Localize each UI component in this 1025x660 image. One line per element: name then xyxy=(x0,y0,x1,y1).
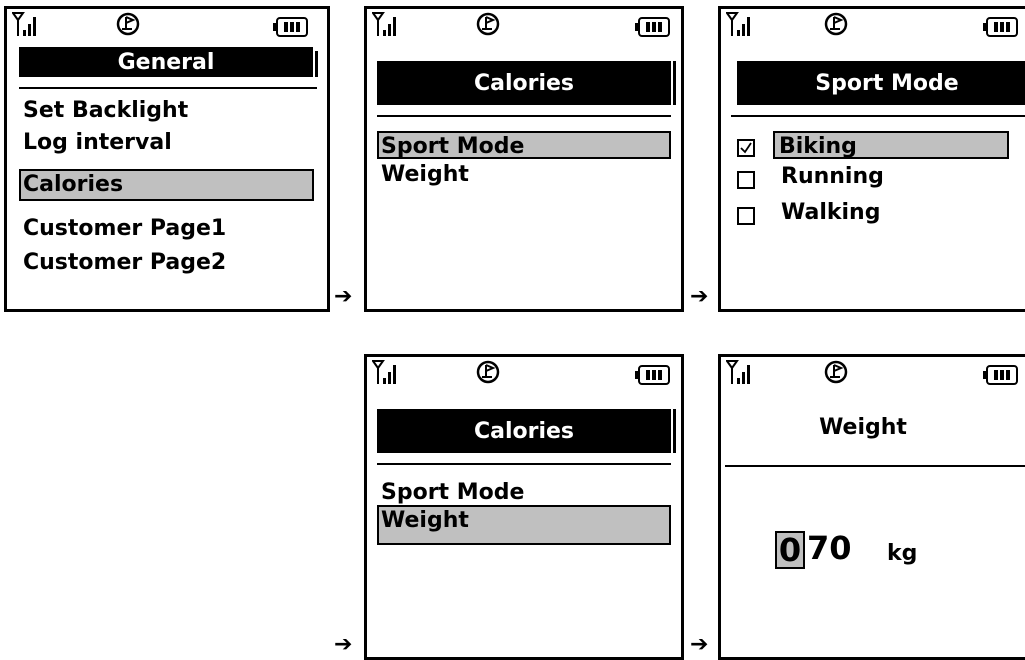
screen-title: Weight xyxy=(819,415,907,440)
menu-item-customer-page2[interactable]: Customer Page2 xyxy=(23,249,226,277)
menu-item-sport-mode[interactable]: Sport Mode xyxy=(381,479,524,507)
status-bar xyxy=(721,9,1025,43)
battery-icon xyxy=(983,17,1018,37)
scroll-indicator xyxy=(673,61,676,105)
menu-item-weight[interactable]: Weight xyxy=(381,161,469,189)
sport-mode-screen: Sport Mode Biking Running Walking xyxy=(718,6,1025,312)
gps-icon xyxy=(476,360,500,384)
signal-icon xyxy=(12,12,36,36)
status-bar xyxy=(367,357,681,391)
screen-title: Calories xyxy=(377,61,671,105)
menu-item-weight[interactable]: Weight xyxy=(377,505,671,545)
menu-item-set-backlight[interactable]: Set Backlight xyxy=(23,97,188,125)
flow-arrow-1: ➔ xyxy=(334,284,353,309)
title-divider xyxy=(377,463,671,465)
title-divider xyxy=(19,87,317,89)
gps-icon xyxy=(824,12,848,36)
weight-entry-screen: Weight 0 70 kg xyxy=(718,354,1025,660)
calories-menu-screen-weight: Calories Sport Mode Weight xyxy=(364,354,684,660)
battery-icon xyxy=(983,365,1018,385)
battery-icon xyxy=(273,17,308,37)
gps-icon xyxy=(116,12,140,36)
battery-icon xyxy=(635,17,670,37)
signal-icon xyxy=(726,360,750,384)
battery-icon xyxy=(635,365,670,385)
gps-icon xyxy=(824,360,848,384)
checkbox-walking[interactable] xyxy=(737,207,755,225)
flow-arrow-2: ➔ xyxy=(690,284,709,309)
status-bar xyxy=(721,357,1025,391)
title-divider xyxy=(377,115,671,117)
scroll-indicator xyxy=(315,51,318,77)
title-divider xyxy=(725,465,1025,467)
calories-menu-screen: Calories Sport Mode Weight xyxy=(364,6,684,312)
screen-title: Sport Mode xyxy=(737,61,1025,105)
status-bar xyxy=(7,9,327,43)
flow-arrow-3: ➔ xyxy=(334,632,353,657)
general-menu-screen: General Set Backlight Log interval Calor… xyxy=(4,6,330,312)
menu-item-log-interval[interactable]: Log interval xyxy=(23,129,172,157)
status-bar xyxy=(367,9,681,43)
flow-arrow-4: ➔ xyxy=(690,632,709,657)
title-divider xyxy=(731,115,1025,117)
menu-item-calories[interactable]: Calories xyxy=(19,169,314,201)
signal-icon xyxy=(372,12,396,36)
screen-title: Calories xyxy=(377,409,671,453)
signal-icon xyxy=(372,360,396,384)
checkbox-running[interactable] xyxy=(737,171,755,189)
weight-digits[interactable]: 70 xyxy=(807,529,852,567)
gps-icon xyxy=(476,12,500,36)
checkmark-icon xyxy=(740,142,752,154)
option-walking[interactable]: Walking xyxy=(781,199,880,227)
option-running[interactable]: Running xyxy=(781,163,884,191)
option-biking[interactable]: Biking xyxy=(773,131,1009,159)
checkbox-biking[interactable] xyxy=(737,139,755,157)
signal-icon xyxy=(726,12,750,36)
weight-unit: kg xyxy=(887,541,918,566)
weight-digit-selected[interactable]: 0 xyxy=(775,531,805,569)
scroll-indicator xyxy=(673,409,676,453)
menu-item-customer-page1[interactable]: Customer Page1 xyxy=(23,215,226,243)
menu-item-sport-mode[interactable]: Sport Mode xyxy=(377,131,671,159)
screen-title: General xyxy=(19,47,313,77)
